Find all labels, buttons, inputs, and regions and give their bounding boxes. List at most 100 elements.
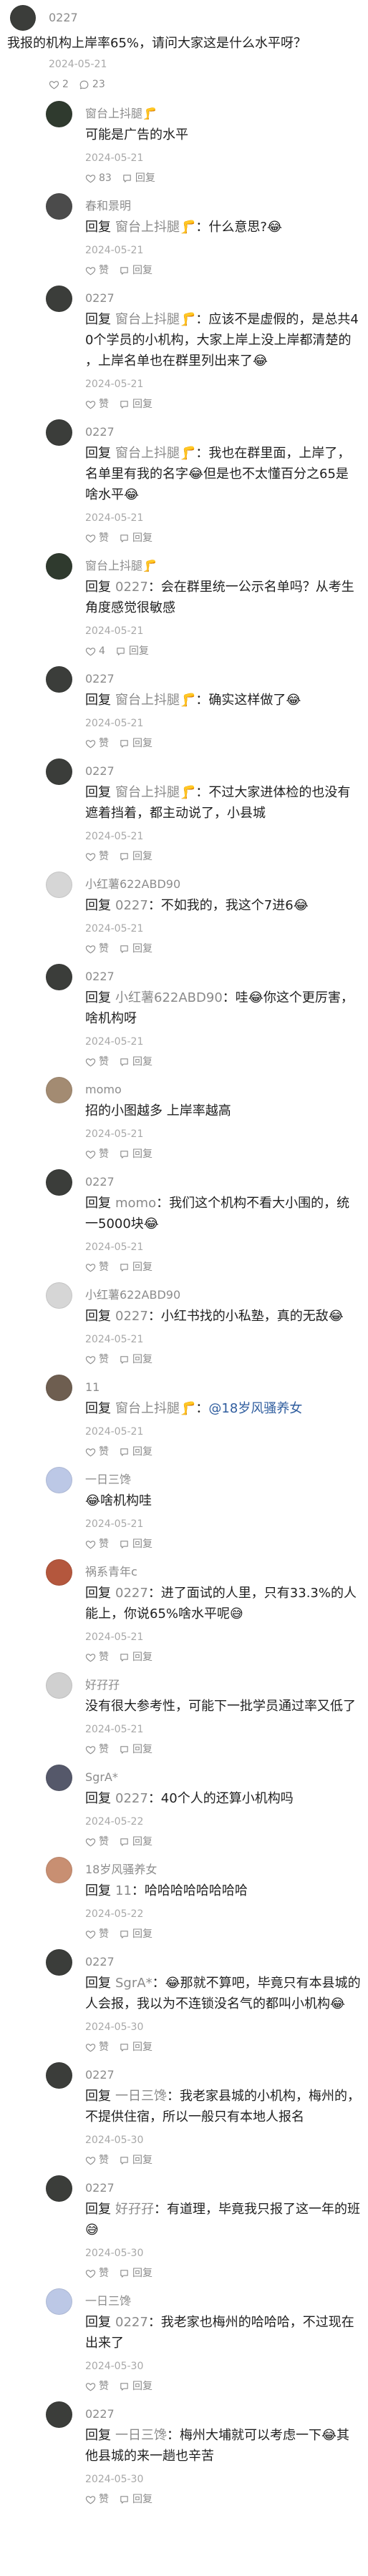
reply-button[interactable]: 回复 xyxy=(119,1257,152,1277)
like-button[interactable]: 赞 xyxy=(85,847,109,867)
reply-target-name[interactable]: 窗台上抖腿🦵 xyxy=(115,693,195,708)
avatar[interactable] xyxy=(46,872,72,898)
reply-target-name[interactable]: 窗台上抖腿🦵 xyxy=(115,785,195,800)
reply-button[interactable]: 回复 xyxy=(119,2037,152,2057)
like-button[interactable]: 赞 xyxy=(85,2150,109,2170)
comment-username[interactable]: 窗台上抖腿🦵 xyxy=(85,555,361,577)
comment-username[interactable]: 0227 xyxy=(85,1171,361,1193)
like-button[interactable]: 赞 xyxy=(85,733,109,753)
avatar[interactable] xyxy=(46,1282,72,1309)
avatar[interactable] xyxy=(46,2062,72,2089)
reply-button[interactable]: 回复 xyxy=(119,1052,152,1072)
reply-button[interactable]: 回复 xyxy=(119,528,152,548)
like-button[interactable]: 2 xyxy=(49,74,69,94)
like-button[interactable]: 赞 xyxy=(85,1144,109,1164)
like-button[interactable]: 赞 xyxy=(85,939,109,959)
reply-target-name[interactable]: 0227 xyxy=(115,580,148,595)
like-button[interactable]: 赞 xyxy=(85,2489,109,2509)
reply-target-name[interactable]: 窗台上抖腿🦵 xyxy=(115,312,195,327)
comment-username[interactable]: 0227 xyxy=(85,421,361,443)
reply-button[interactable]: 回复 xyxy=(119,1534,152,1554)
reply-button[interactable]: 回复 xyxy=(119,939,152,959)
like-button[interactable]: 赞 xyxy=(85,1740,109,1760)
comment-username[interactable]: 0227 xyxy=(85,2064,361,2086)
comment-username[interactable]: 0227 xyxy=(85,2404,361,2425)
avatar[interactable] xyxy=(46,1169,72,1196)
reply-button[interactable]: 回复 xyxy=(119,1350,152,1370)
comment-username[interactable]: 春和景明 xyxy=(85,195,361,217)
like-button[interactable]: 赞 xyxy=(85,1832,109,1852)
like-button[interactable]: 4 xyxy=(85,641,105,661)
reply-target-name[interactable]: 窗台上抖腿🦵 xyxy=(115,1401,195,1416)
reply-button[interactable]: 回复 xyxy=(119,1740,152,1760)
avatar[interactable] xyxy=(46,553,72,580)
comment-username[interactable]: 0227 xyxy=(85,966,361,987)
reply-target-name[interactable]: 一日三馋 xyxy=(115,2428,167,2443)
reply-target-name[interactable]: 0227 xyxy=(115,1309,148,1324)
avatar[interactable] xyxy=(46,101,72,127)
avatar[interactable] xyxy=(46,1949,72,1976)
post-username[interactable]: 0227 xyxy=(49,4,78,31)
reply-target-name[interactable]: 0227 xyxy=(115,1586,148,1601)
avatar[interactable] xyxy=(46,1765,72,1791)
avatar[interactable] xyxy=(46,1467,72,1493)
avatar[interactable] xyxy=(46,758,72,785)
avatar[interactable] xyxy=(46,1077,72,1103)
avatar[interactable] xyxy=(46,193,72,220)
reply-button[interactable]: 回复 xyxy=(119,1924,152,1944)
reply-target-name[interactable]: SgrA* xyxy=(115,1976,152,1991)
reply-button[interactable]: 回复 xyxy=(119,847,152,867)
reply-button[interactable]: 回复 xyxy=(119,1647,152,1667)
reply-button[interactable]: 回复 xyxy=(119,733,152,753)
reply-button[interactable]: 回复 xyxy=(119,1144,152,1164)
avatar[interactable] xyxy=(46,286,72,312)
avatar[interactable] xyxy=(46,2401,72,2428)
reply-target-name[interactable]: 0227 xyxy=(115,898,148,913)
reply-button[interactable]: 回复 xyxy=(119,2150,152,2170)
like-button[interactable]: 赞 xyxy=(85,528,109,548)
avatar[interactable] xyxy=(46,666,72,693)
avatar[interactable] xyxy=(46,2175,72,2202)
like-button[interactable]: 赞 xyxy=(85,394,109,414)
reply-button[interactable]: 回复 xyxy=(119,1832,152,1852)
like-button[interactable]: 赞 xyxy=(85,2263,109,2283)
comment-username[interactable]: 0227 xyxy=(85,668,361,690)
comment-username[interactable]: 小红薯622ABD90 xyxy=(85,1284,361,1306)
comment-button[interactable]: 23 xyxy=(79,74,105,94)
reply-button[interactable]: 回复 xyxy=(119,2489,152,2509)
like-button[interactable]: 赞 xyxy=(85,2376,109,2396)
reply-target-name[interactable]: 0227 xyxy=(115,2315,148,2330)
reply-target-name[interactable]: 小红薯622ABD90 xyxy=(115,990,223,1005)
comment-username[interactable]: momo xyxy=(85,1079,361,1101)
avatar[interactable] xyxy=(46,1857,72,1883)
mention-link[interactable]: @18岁风骚养女 xyxy=(208,1401,302,1416)
avatar[interactable] xyxy=(46,1375,72,1401)
comment-username[interactable]: 0227 xyxy=(85,2177,361,2199)
reply-target-name[interactable]: 一日三馋 xyxy=(115,2089,167,2104)
like-button[interactable]: 赞 xyxy=(85,2037,109,2057)
reply-target-name[interactable]: 0227 xyxy=(115,1791,148,1806)
comment-username[interactable]: 0227 xyxy=(85,761,361,782)
avatar[interactable] xyxy=(46,964,72,990)
reply-button[interactable]: 回复 xyxy=(119,394,152,414)
reply-target-name[interactable]: 好孖孖 xyxy=(115,2202,154,2217)
reply-button[interactable]: 回复 xyxy=(122,168,155,188)
reply-button[interactable]: 回复 xyxy=(119,260,152,280)
reply-target-name[interactable]: 窗台上抖腿🦵 xyxy=(115,220,195,235)
reply-button[interactable]: 回复 xyxy=(119,2263,152,2283)
reply-button[interactable]: 回复 xyxy=(119,1442,152,1462)
comment-username[interactable]: 11 xyxy=(85,1377,361,1398)
reply-target-name[interactable]: 11 xyxy=(115,1883,132,1898)
avatar[interactable] xyxy=(46,2288,72,2315)
comment-username[interactable]: 小红薯622ABD90 xyxy=(85,874,361,895)
comment-username[interactable]: SgrA* xyxy=(85,1767,361,1788)
like-button[interactable]: 赞 xyxy=(85,1052,109,1072)
comment-username[interactable]: 好孖孖 xyxy=(85,1674,361,1696)
reply-target-name[interactable]: momo xyxy=(115,1196,156,1211)
avatar[interactable] xyxy=(10,5,36,31)
comment-username[interactable]: 0227 xyxy=(85,1951,361,1973)
comment-username[interactable]: 一日三馋 xyxy=(85,2290,361,2312)
like-button[interactable]: 赞 xyxy=(85,1534,109,1554)
avatar[interactable] xyxy=(46,419,72,446)
like-button[interactable]: 赞 xyxy=(85,1924,109,1944)
